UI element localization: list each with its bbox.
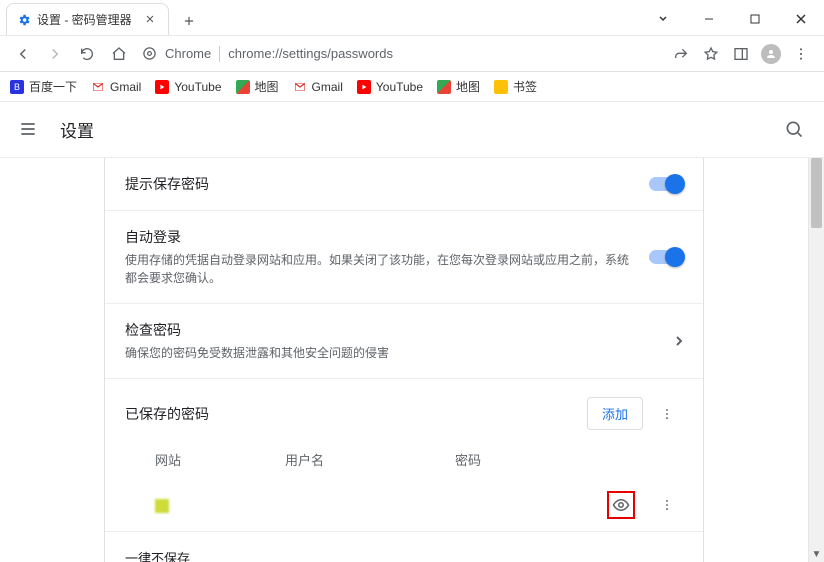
never-save-title: 一律不保存: [125, 551, 190, 562]
gear-icon: [17, 13, 31, 27]
bookmark-baidu[interactable]: B 百度一下: [10, 78, 77, 95]
add-password-button[interactable]: 添加: [587, 397, 643, 430]
browser-titlebar: 设置 - 密码管理器: [0, 0, 824, 36]
maps-icon: [236, 80, 250, 94]
settings-header: 设置: [0, 102, 824, 158]
bookmark-label: 地图: [255, 78, 279, 95]
saved-passwords-header: 已保存的密码 添加: [105, 379, 703, 440]
password-row[interactable]: [105, 479, 703, 531]
search-button[interactable]: [784, 119, 806, 141]
tab-title: 设置 - 密码管理器: [37, 11, 132, 28]
auto-signin-title: 自动登录: [125, 227, 637, 247]
auto-signin-toggle[interactable]: [649, 250, 683, 264]
folder-icon: [494, 80, 508, 94]
forward-button[interactable]: [42, 41, 68, 67]
reload-button[interactable]: [74, 41, 100, 67]
offer-save-section[interactable]: 提示保存密码: [105, 158, 703, 211]
new-tab-button[interactable]: [175, 7, 203, 35]
bookmark-folder[interactable]: 书签: [494, 78, 537, 95]
url-text: chrome://settings/passwords: [228, 46, 393, 61]
caret-down-button[interactable]: [640, 3, 686, 35]
bookmark-maps[interactable]: 地图: [236, 78, 279, 95]
bookmark-gmail-2[interactable]: Gmail: [293, 80, 343, 94]
minimize-button[interactable]: [686, 3, 732, 35]
home-button[interactable]: [106, 41, 132, 67]
auto-signin-section[interactable]: 自动登录 使用存储的凭据自动登录网站和应用。如果关闭了该功能，在您每次登录网站或…: [105, 211, 703, 304]
bookmark-star-button[interactable]: [698, 41, 724, 67]
bookmark-label: Gmail: [110, 80, 141, 94]
check-passwords-desc: 确保您的密码免受数据泄露和其他安全问题的侵害: [125, 344, 663, 362]
bookmark-label: YouTube: [376, 80, 423, 94]
youtube-icon: [357, 80, 371, 94]
scrollbar-thumb[interactable]: [811, 158, 822, 228]
check-passwords-title: 检查密码: [125, 320, 663, 340]
address-bar[interactable]: Chrome chrome://settings/passwords: [142, 46, 393, 62]
show-password-button[interactable]: [607, 491, 635, 519]
chevron-right-icon: [675, 335, 683, 347]
close-button[interactable]: [778, 3, 824, 35]
baidu-icon: B: [10, 80, 24, 94]
column-site: 网站: [125, 450, 285, 469]
more-actions-button[interactable]: [651, 398, 683, 430]
offer-save-title: 提示保存密码: [125, 174, 637, 194]
scrollbar[interactable]: ▲ ▼: [808, 158, 824, 562]
bookmark-gmail[interactable]: Gmail: [91, 80, 141, 94]
row-site: [125, 497, 285, 513]
settings-content: 提示保存密码 自动登录 使用存储的凭据自动登录网站和应用。如果关闭了该功能，在您…: [0, 158, 808, 562]
browser-toolbar: Chrome chrome://settings/passwords: [0, 36, 824, 72]
passwords-card: 提示保存密码 自动登录 使用存储的凭据自动登录网站和应用。如果关闭了该功能，在您…: [104, 158, 704, 562]
bookmark-label: 书签: [513, 78, 537, 95]
browser-tab[interactable]: 设置 - 密码管理器: [6, 3, 169, 35]
bookmark-youtube[interactable]: YouTube: [155, 80, 221, 94]
auto-signin-desc: 使用存储的凭据自动登录网站和应用。如果关闭了该功能，在您每次登录网站或应用之前，…: [125, 251, 637, 287]
menu-button[interactable]: [788, 41, 814, 67]
gmail-icon: [293, 80, 307, 94]
url-origin: Chrome: [165, 46, 211, 61]
window-controls: [640, 3, 824, 35]
maximize-button[interactable]: [732, 3, 778, 35]
row-more-button[interactable]: [651, 489, 683, 521]
page-title: 设置: [60, 117, 94, 142]
offer-save-toggle[interactable]: [649, 177, 683, 191]
hamburger-menu-button[interactable]: [18, 119, 40, 141]
back-button[interactable]: [10, 41, 36, 67]
never-save-section[interactable]: 一律不保存: [105, 531, 703, 562]
bookmark-label: 百度一下: [29, 78, 77, 95]
bookmark-label: YouTube: [174, 80, 221, 94]
check-passwords-section[interactable]: 检查密码 确保您的密码免受数据泄露和其他安全问题的侵害: [105, 304, 703, 379]
share-button[interactable]: [668, 41, 694, 67]
close-icon[interactable]: [144, 13, 158, 27]
gmail-icon: [91, 80, 105, 94]
site-favicon: [155, 499, 169, 513]
saved-passwords-label: 已保存的密码: [125, 404, 587, 424]
avatar-icon: [761, 44, 781, 64]
bookmark-youtube-2[interactable]: YouTube: [357, 80, 423, 94]
chrome-icon: [142, 46, 157, 61]
passwords-table-header: 网站 用户名 密码: [105, 440, 703, 479]
bookmark-label: Gmail: [312, 80, 343, 94]
column-user: 用户名: [285, 450, 455, 469]
bookmarks-bar: B百度一下 Gmail YouTube 地图 Gmail YouTube 地图 …: [0, 72, 824, 102]
scroll-down-icon[interactable]: ▼: [809, 546, 824, 562]
youtube-icon: [155, 80, 169, 94]
profile-button[interactable]: [758, 41, 784, 67]
side-panel-button[interactable]: [728, 41, 754, 67]
separator: [219, 46, 220, 62]
bookmark-label: 地图: [456, 78, 480, 95]
column-pass: 密码: [455, 450, 575, 469]
maps-icon: [437, 80, 451, 94]
bookmark-maps-2[interactable]: 地图: [437, 78, 480, 95]
